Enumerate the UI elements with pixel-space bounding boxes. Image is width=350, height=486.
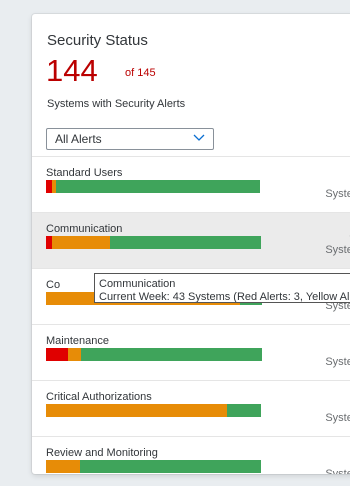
yellow-alert-segment[interactable] <box>46 404 227 417</box>
red-alert-segment[interactable] <box>46 348 68 361</box>
alerts-filter-select[interactable]: All Alerts <box>46 128 214 150</box>
system-unit-label: System <box>325 412 350 424</box>
alert-stacked-bar[interactable] <box>46 180 261 193</box>
row-label: Maintenance <box>46 335 109 347</box>
alert-category-row[interactable]: Standard Users1System <box>32 156 350 212</box>
row-label: Review and Monitoring <box>46 447 158 459</box>
green-alert-segment[interactable] <box>56 180 260 193</box>
system-unit-label: System <box>325 244 350 256</box>
row-label: Standard Users <box>46 167 123 179</box>
kpi-value: 144 <box>46 53 98 88</box>
system-unit-label: System <box>325 356 350 368</box>
card-title: Security Status <box>47 32 148 49</box>
yellow-alert-segment[interactable] <box>46 460 80 473</box>
alert-category-row[interactable]: Communication43System <box>32 212 350 268</box>
card-header[interactable]: Security Status 144 of 145 Systems with … <box>32 14 350 126</box>
card-subtitle: Systems with Security Alerts <box>47 98 186 110</box>
green-alert-segment[interactable] <box>110 236 261 249</box>
alert-stacked-bar[interactable] <box>46 236 261 249</box>
alert-stacked-bar[interactable] <box>46 460 261 473</box>
alert-category-row[interactable]: Review and Monitoring2System <box>32 436 350 474</box>
tooltip-title: Communication <box>99 278 176 290</box>
alert-category-row[interactable]: Maintenance2System <box>32 324 350 380</box>
alert-category-row[interactable]: Critical Authorizations12System <box>32 380 350 436</box>
chart-tooltip: Communication Current Week: 43 Systems (… <box>94 273 350 303</box>
alert-stacked-bar[interactable] <box>46 348 262 361</box>
green-alert-segment[interactable] <box>80 460 261 473</box>
kpi-of-total: of 145 <box>125 67 156 79</box>
row-label: Critical Authorizations <box>46 391 152 403</box>
system-unit-label: System <box>325 188 350 200</box>
green-alert-segment[interactable] <box>81 348 262 361</box>
system-unit-label: System <box>325 468 350 474</box>
yellow-alert-segment[interactable] <box>52 236 110 249</box>
tooltip-text: Current Week: 43 Systems (Red Alerts: 3,… <box>99 291 350 303</box>
security-status-card[interactable]: Security Status 144 of 145 Systems with … <box>32 14 350 474</box>
chevron-down-icon[interactable] <box>193 133 205 143</box>
row-label: Communication <box>46 223 123 235</box>
alerts-filter-value: All Alerts <box>55 132 102 146</box>
green-alert-segment[interactable] <box>227 404 261 417</box>
alert-stacked-bar[interactable] <box>46 404 261 417</box>
row-label: Co <box>46 279 61 291</box>
yellow-alert-segment[interactable] <box>68 348 81 361</box>
